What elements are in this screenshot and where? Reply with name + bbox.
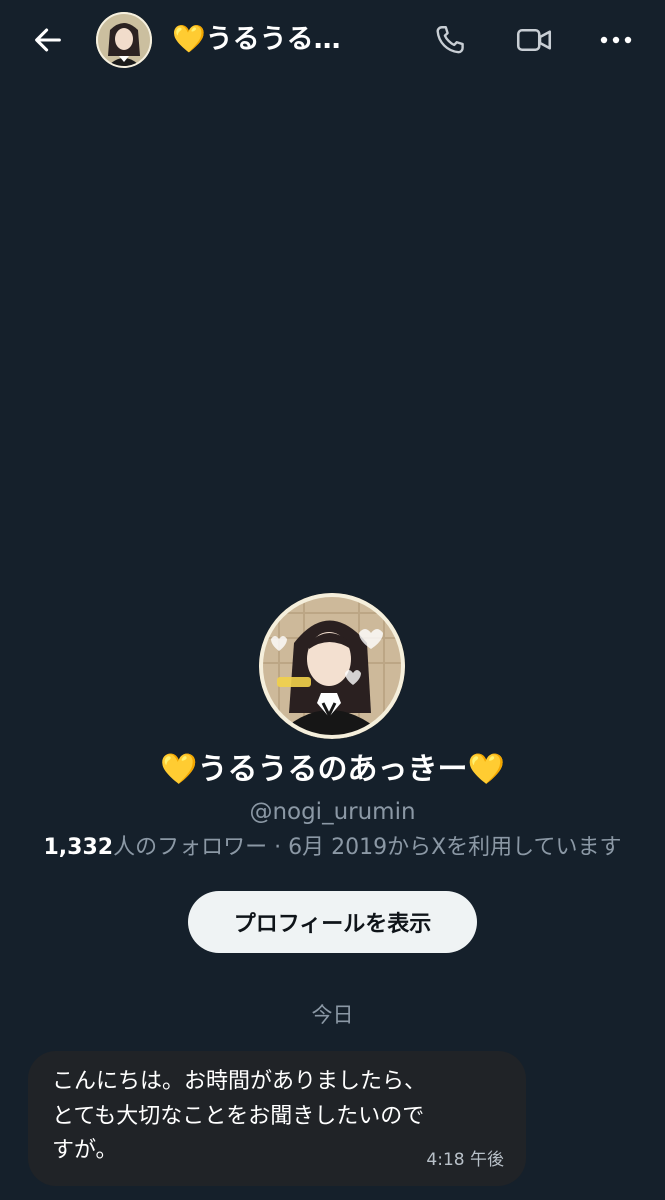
profile-meta: 1,332人のフォロワー · 6月 2019からXを利用しています: [0, 830, 665, 866]
followers-label: 人のフォロワー: [113, 835, 268, 860]
view-profile-button[interactable]: プロフィールを表示: [188, 891, 477, 953]
phone-icon: [436, 26, 464, 54]
conversation-header: 💛うるうる…: [0, 0, 665, 80]
followers-count: 1,332: [43, 835, 114, 860]
joined-date: 6月 2019からXを利用しています: [288, 835, 622, 860]
avatar-image: [96, 12, 152, 68]
arrow-left-icon: [35, 28, 61, 52]
more-horizontal-icon: [600, 36, 632, 44]
back-button[interactable]: [28, 20, 68, 60]
header-avatar[interactable]: [96, 12, 152, 68]
message-timestamp: 4:18 午後: [426, 1150, 504, 1170]
profile-handle: @nogi_urumin: [249, 799, 416, 825]
profile-avatar[interactable]: [259, 593, 405, 739]
conversation-title[interactable]: 💛うるうる…: [172, 20, 392, 60]
video-call-button[interactable]: [512, 18, 556, 62]
message-bubble[interactable]: こんにちは。お時間がありましたら、 とても大切なことをお聞きしたいので すが。 …: [28, 1051, 526, 1186]
date-separator: 今日: [311, 1003, 354, 1027]
meta-separator: ·: [267, 835, 289, 860]
more-options-button[interactable]: [594, 18, 638, 62]
voice-call-button[interactable]: [428, 18, 472, 62]
avatar-image: [259, 593, 405, 739]
profile-display-name: 💛うるうるのあっきー💛: [160, 752, 505, 787]
video-camera-icon: [516, 28, 552, 52]
